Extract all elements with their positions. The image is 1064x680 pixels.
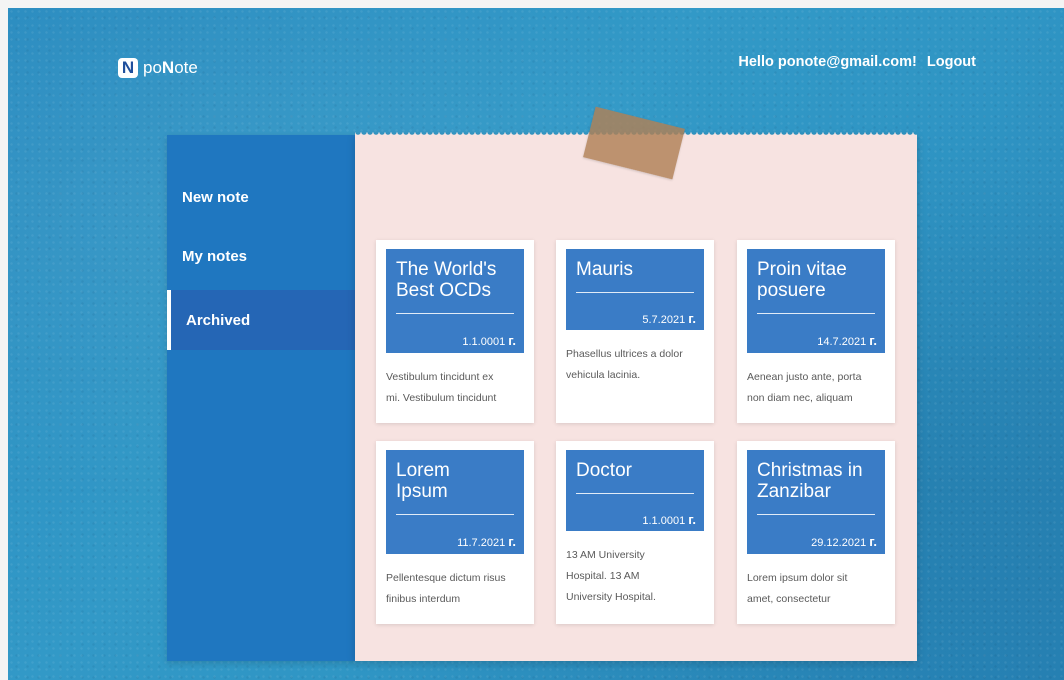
note-preview: Aenean justo ante, porta non diam nec, a… xyxy=(747,371,862,404)
note-card[interactable]: Mauris 5.7.2021 г. Phasellus ultrices a … xyxy=(556,240,714,423)
note-date: 1.1.0001 г. xyxy=(462,333,516,348)
tape-decoration xyxy=(583,106,685,180)
note-title: Christmas in Zanzibar xyxy=(757,460,863,502)
note-card-header: Doctor 1.1.0001 г. xyxy=(566,450,704,531)
logo[interactable]: N poNote xyxy=(118,58,198,78)
sidebar-item-label: Archived xyxy=(186,311,251,329)
app-background: N poNote Hello ponote@gmail.com! Logout … xyxy=(8,8,1064,680)
user-greeting: Hello ponote@gmail.com! xyxy=(738,54,917,70)
note-preview: Lorem ipsum dolor sit amet, consectetur xyxy=(747,572,848,605)
divider xyxy=(757,313,875,314)
note-card-header: Mauris 5.7.2021 г. xyxy=(566,249,704,330)
note-preview: Phasellus ultrices a dolor vehicula laci… xyxy=(566,348,683,381)
note-preview: Pellentesque dictum risus finibus interd… xyxy=(386,572,506,605)
note-title: Doctor xyxy=(576,460,632,481)
note-date: 11.7.2021 г. xyxy=(457,534,516,549)
note-preview: Vestibulum tincidunt ex mi. Vestibulum t… xyxy=(386,371,497,404)
note-date: 29.12.2021 г. xyxy=(811,534,877,549)
note-card-header: Proin vitae posuere 14.7.2021 г. xyxy=(747,249,885,353)
sidebar: New note My notes Archived xyxy=(167,135,356,661)
logout-link[interactable]: Logout xyxy=(927,54,976,70)
sidebar-item-my-notes[interactable]: My notes xyxy=(167,226,356,286)
user-menu: Hello ponote@gmail.com! Logout xyxy=(738,54,976,70)
note-card[interactable]: Lorem Ipsum 11.7.2021 г. Pellentesque di… xyxy=(376,441,534,624)
logo-icon: N xyxy=(118,58,138,78)
note-title: Lorem Ipsum xyxy=(396,460,450,502)
note-title: The World's Best OCDs xyxy=(396,259,497,301)
divider xyxy=(396,514,514,515)
divider xyxy=(396,313,514,314)
note-date: 5.7.2021 г. xyxy=(642,311,696,326)
note-preview: 13 AM University Hospital. 13 AM Univers… xyxy=(566,549,656,603)
sidebar-item-new-note[interactable]: New note xyxy=(167,167,356,227)
sidebar-item-label: New note xyxy=(182,188,249,206)
note-card-header: Lorem Ipsum 11.7.2021 г. xyxy=(386,450,524,554)
note-card[interactable]: Doctor 1.1.0001 г. 13 AM University Hosp… xyxy=(556,441,714,624)
sidebar-item-label: My notes xyxy=(182,247,248,265)
note-card[interactable]: Proin vitae posuere 14.7.2021 г. Aenean … xyxy=(737,240,895,423)
sidebar-item-archived[interactable]: Archived xyxy=(167,290,356,350)
note-date: 1.1.0001 г. xyxy=(642,512,696,527)
divider xyxy=(576,493,694,494)
notes-board: The World's Best OCDs 1.1.0001 г. Vestib… xyxy=(355,106,917,661)
note-card-header: The World's Best OCDs 1.1.0001 г. xyxy=(386,249,524,353)
note-card[interactable]: The World's Best OCDs 1.1.0001 г. Vestib… xyxy=(376,240,534,423)
note-title: Mauris xyxy=(576,259,634,280)
logo-text: poNote xyxy=(143,58,198,77)
note-date: 14.7.2021 г. xyxy=(817,333,877,348)
note-card[interactable]: Christmas in Zanzibar 29.12.2021 г. Lore… xyxy=(737,441,895,624)
note-card-header: Christmas in Zanzibar 29.12.2021 г. xyxy=(747,450,885,554)
note-title: Proin vitae posuere xyxy=(757,259,847,301)
divider xyxy=(757,514,875,515)
divider xyxy=(576,292,694,293)
